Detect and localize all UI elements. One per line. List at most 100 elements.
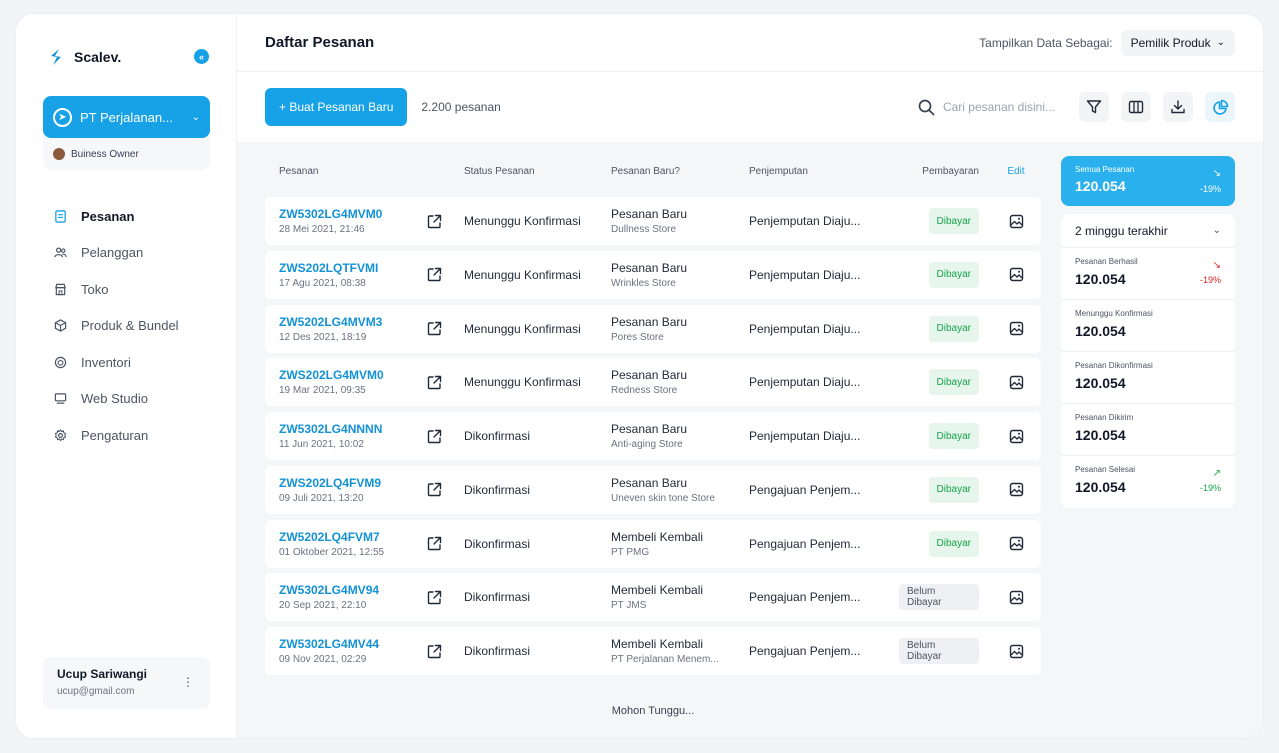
table-row[interactable]: ZW5302LG4MVM0 28 Mei 2021, 21:46 Menunggu … bbox=[265, 197, 1041, 245]
columns-icon bbox=[1128, 100, 1144, 114]
sidebar-item-web-studio[interactable]: Web Studio bbox=[16, 381, 237, 418]
sidebar-item-pengaturan[interactable]: Pengaturan bbox=[16, 417, 237, 454]
collapse-sidebar-button[interactable]: « bbox=[194, 49, 209, 64]
brand[interactable]: Scalev. bbox=[48, 48, 121, 66]
open-order-button[interactable] bbox=[405, 375, 464, 390]
create-order-button[interactable]: + Buat Pesanan Baru bbox=[265, 88, 408, 126]
view-as-select[interactable]: Pemilik Produk ⌄ bbox=[1120, 29, 1235, 56]
view-as-label: Tampilkan Data Sebagai: bbox=[979, 35, 1113, 50]
table-row[interactable]: ZWS202LQ4FVM9 09 Juli 2021, 13:20 Dikonfir… bbox=[265, 465, 1041, 514]
view-image-button[interactable] bbox=[991, 482, 1041, 497]
view-image-button[interactable] bbox=[991, 267, 1041, 282]
stats-toggle-button[interactable] bbox=[1205, 92, 1235, 122]
stats-panel: Semua Pesanan 120.054 ↘ -19% 2 minggu te… bbox=[1061, 156, 1235, 508]
external-link-icon bbox=[427, 429, 442, 443]
open-order-button[interactable] bbox=[405, 321, 464, 336]
view-image-button[interactable] bbox=[991, 321, 1041, 336]
open-order-button[interactable] bbox=[405, 482, 464, 497]
payment-badge: Dibayar bbox=[928, 208, 979, 234]
table-row[interactable]: ZWS202LQTFVMI 17 Agu 2021, 08:38 Menunggu … bbox=[265, 250, 1041, 299]
more-vertical-icon[interactable]: ⋮ bbox=[182, 675, 194, 689]
new-order-cell: Membeli Kembali PT JMS bbox=[611, 583, 749, 611]
chevron-down-icon: ⌄ bbox=[1216, 37, 1225, 48]
role-badge: Buiness Owner bbox=[43, 138, 210, 170]
open-order-button[interactable] bbox=[405, 429, 464, 444]
sidebar-item-pelanggan[interactable]: Pelanggan bbox=[16, 235, 237, 272]
edit-columns-link[interactable]: Edit bbox=[991, 166, 1041, 177]
table-row[interactable]: ZW5302LG4MV44 09 Nov 2021, 02:29 Dikonfirm… bbox=[265, 627, 1041, 675]
stat-item[interactable]: Menunggu Konfirmasi 120.054 bbox=[1061, 300, 1235, 352]
table-row[interactable]: ZW5202LQ4FVM7 01 Oktober 2021, 12:55 Dikon… bbox=[265, 519, 1041, 568]
sidebar-item-produk[interactable]: Produk & Bundel bbox=[16, 308, 237, 345]
view-image-button[interactable] bbox=[991, 214, 1041, 229]
column-header-payment: Pembayaran bbox=[922, 165, 979, 177]
order-id-link[interactable]: ZW5302LG4MV94 bbox=[279, 583, 405, 597]
table-row[interactable]: ZWS202LG4MVM0 19 Mar 2021, 09:35 Menunggu … bbox=[265, 358, 1041, 407]
payment-badge: Belum Dibayar bbox=[899, 584, 979, 611]
order-id-link[interactable]: ZW5202LQ4FVM7 bbox=[279, 530, 405, 544]
app-frame: Scalev. « ➤ PT Perjalanan... ⌄ Buiness O… bbox=[16, 14, 1263, 738]
brand-name: Scalev. bbox=[74, 49, 122, 65]
store-name: PT PMG bbox=[611, 546, 650, 558]
order-id-link[interactable]: ZW5202LG4MVM3 bbox=[279, 315, 405, 329]
payment-cell: Dibayar bbox=[899, 530, 991, 557]
download-button[interactable] bbox=[1163, 92, 1193, 122]
columns-button[interactable] bbox=[1121, 92, 1151, 122]
store-name: Redness Store bbox=[611, 385, 678, 397]
user-card[interactable]: Ucup Sariwangi ucup@gmail.com ⋮ bbox=[43, 657, 210, 709]
table-row[interactable]: ZW5202LG4MVM3 12 Des 2021, 18:19 Menunggu … bbox=[265, 304, 1041, 353]
order-id-link[interactable]: ZW5302LG4MVM0 bbox=[279, 207, 405, 221]
table-row[interactable]: ZW5302LG4NNNN 11 Jun 2021, 10:02 Dikonfirm… bbox=[265, 412, 1041, 460]
external-link-icon bbox=[427, 536, 442, 551]
view-image-button[interactable] bbox=[991, 429, 1041, 444]
download-icon bbox=[1171, 100, 1185, 114]
stat-total-card[interactable]: Semua Pesanan 120.054 ↘ -19% bbox=[1061, 156, 1235, 206]
order-id-link[interactable]: ZW5302LG4NNNN bbox=[279, 422, 405, 436]
image-icon bbox=[1009, 483, 1023, 497]
pickup-status: Penjemputan Diaju... bbox=[749, 214, 861, 228]
pickup-status: Penjemputan Diaju... bbox=[749, 267, 861, 282]
open-order-button[interactable] bbox=[405, 590, 464, 605]
payment-cell: Dibayar bbox=[899, 208, 991, 234]
sidebar-item-toko[interactable]: Toko bbox=[16, 271, 237, 308]
order-id-link[interactable]: ZWS202LQ4FVM9 bbox=[279, 476, 405, 490]
order-cell: ZWS202LQ4FVM9 09 Juli 2021, 13:20 bbox=[265, 476, 405, 504]
stat-item[interactable]: Pesanan Dikirim 120.054 bbox=[1061, 404, 1235, 456]
new-order-type: Membeli Kembali bbox=[611, 583, 704, 598]
sidebar-nav: Pesanan Pelanggan Toko Produk & Bundel I… bbox=[16, 198, 237, 454]
stat-item[interactable]: Pesanan Selesai 120.054 ↗ -19% bbox=[1061, 456, 1235, 508]
stat-item[interactable]: Pesanan Berhasil 120.054 ↘ -19% bbox=[1061, 248, 1235, 300]
view-image-button[interactable] bbox=[991, 375, 1041, 390]
stat-list: Pesanan Berhasil 120.054 ↘ -19% Menunggu Kon… bbox=[1061, 248, 1235, 508]
filter-button[interactable] bbox=[1079, 92, 1109, 122]
search-box[interactable]: Cari pesanan disini... bbox=[918, 99, 1055, 116]
image-icon bbox=[1009, 429, 1023, 443]
sidebar-item-label: Produk & Bundel bbox=[81, 318, 179, 334]
topbar: Daftar Pesanan Tampilkan Data Sebagai: P… bbox=[237, 14, 1263, 72]
open-order-button[interactable] bbox=[405, 267, 464, 282]
sidebar-item-pesanan[interactable]: Pesanan bbox=[16, 198, 237, 235]
period-select[interactable]: 2 minggu terakhir ⌄ bbox=[1061, 214, 1235, 248]
stat-item[interactable]: Pesanan Dikonfirmasi 120.054 bbox=[1061, 352, 1235, 404]
store-icon bbox=[55, 283, 66, 295]
sidebar-item-inventori[interactable]: Inventori bbox=[16, 344, 237, 381]
open-order-button[interactable] bbox=[405, 214, 464, 229]
order-id-link[interactable]: ZWS202LQTFVMI bbox=[279, 261, 405, 275]
view-image-button[interactable] bbox=[991, 590, 1041, 605]
payment-badge: Belum Dibayar bbox=[899, 638, 979, 664]
open-order-button[interactable] bbox=[405, 644, 464, 659]
org-selector[interactable]: ➤ PT Perjalanan... ⌄ bbox=[43, 96, 210, 138]
column-header-order: Pesanan bbox=[279, 165, 319, 177]
order-cell: ZWS202LQTFVMI 17 Agu 2021, 08:38 bbox=[265, 261, 405, 289]
search-input[interactable]: Cari pesanan disini... bbox=[943, 100, 1055, 114]
order-status: Menunggu Konfirmasi bbox=[464, 267, 581, 282]
order-id-link[interactable]: ZW5302LG4MV44 bbox=[279, 637, 405, 651]
view-image-button[interactable] bbox=[991, 536, 1041, 551]
order-date: 20 Sep 2021, 22:10 bbox=[279, 600, 367, 612]
table-row[interactable]: ZW5302LG4MV94 20 Sep 2021, 22:10 Dikonfirm… bbox=[265, 573, 1041, 622]
open-order-button[interactable] bbox=[405, 536, 464, 551]
stat-total-pct: -19% bbox=[1199, 184, 1221, 194]
view-image-button[interactable] bbox=[991, 644, 1041, 659]
users-icon bbox=[54, 247, 67, 258]
order-id-link[interactable]: ZWS202LG4MVM0 bbox=[279, 368, 405, 382]
